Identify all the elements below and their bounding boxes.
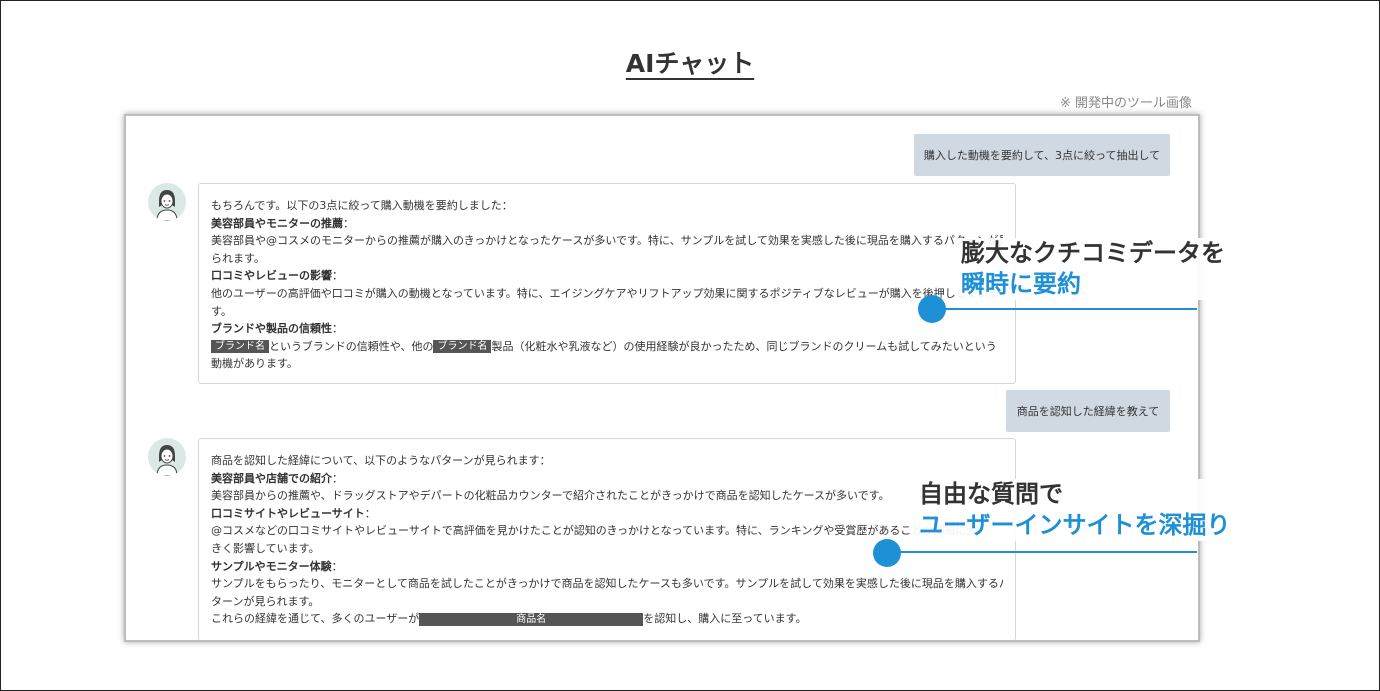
response-paragraph: ブランド名 というブランドの信頼性や、他の ブランド名 製品（化粧水や乳液など）の使用… (211, 338, 1003, 356)
redacted-product-name: 商品名 (419, 612, 644, 626)
response-heading: 口コミサイトやレビューサイト： (211, 506, 376, 520)
response-paragraph: これらの経緯を通じて、多くのユーザーが 商品名 を認知し、購入に至っています。 (211, 612, 807, 626)
redacted-brand-name: ブランド名 (211, 340, 269, 354)
response-paragraph: 美容部員や@コスメのモニターからの推薦が購入のきっかけとなったケースが多いです。… (211, 234, 1003, 248)
ai-avatar-icon (148, 438, 186, 476)
response-paragraph: ターンが見られます。 (211, 594, 320, 608)
page-title: AIチャット (0, 44, 1380, 80)
response-heading: 美容部員やモニターの推薦： (211, 216, 354, 230)
response-paragraph: 動機があります。 (211, 357, 298, 371)
callout-insight: 自由な質問で ユーザーインサイトを深掘り (913, 479, 1237, 541)
response-paragraph: サンプルをもらったり、モニターとして商品を試したことがきっかけで商品を認知したケ… (211, 577, 1003, 591)
ai-avatar-icon (148, 183, 186, 221)
page-title-text: AIチャット (625, 49, 755, 78)
user-message-1: 購入した動機を要約して、3点に絞って抽出して (914, 134, 1170, 176)
chat-window: 購入した動機を要約して、3点に絞って抽出して もちろんです。以下の3点に絞って購… (124, 114, 1200, 642)
dev-note: ※ 開発中のツール画像 (1060, 96, 1193, 111)
response-paragraph: られます。 (211, 251, 265, 265)
callout-dot-icon (873, 539, 901, 567)
response-heading: 口コミやレビューの影響： (211, 269, 343, 283)
response-intro: 商品を認知した経緯について、以下のようなパターンが見られます： (211, 454, 551, 467)
user-message-2: 商品を認知した経緯を教えて (1006, 390, 1170, 432)
response-heading: ブランドや製品の信頼性： (211, 322, 343, 336)
ai-response-1: もちろんです。以下の3点に絞って購入動機を要約しました： 美容部員やモニターの推… (198, 183, 1016, 384)
redacted-brand-name: ブランド名 (433, 340, 492, 354)
response-heading: 美容部員や店舗での紹介： (211, 471, 343, 485)
response-paragraph: す。 (211, 304, 232, 318)
response-paragraph: 美容部員からの推薦や、ドラッグストアやデパートの化粧品カウンターで紹介されたこと… (211, 489, 890, 503)
callout-line (888, 551, 1197, 553)
callout-line (932, 308, 1197, 310)
response-intro: もちろんです。以下の3点に絞って購入動機を要約しました： (211, 199, 513, 212)
callout-summary: 膨大なクチコミデータを 瞬時に要約 (955, 238, 1231, 300)
response-paragraph: @コスメなどの口コミサイトやレビューサイトで高評価を見かけたことが認知のきっかけ… (211, 524, 978, 538)
response-paragraph: 他のユーザーの高評価や口コミが購入の動機となっています。特に、エイジングケアやリ… (211, 286, 1000, 300)
callout-dot-icon (918, 295, 946, 323)
